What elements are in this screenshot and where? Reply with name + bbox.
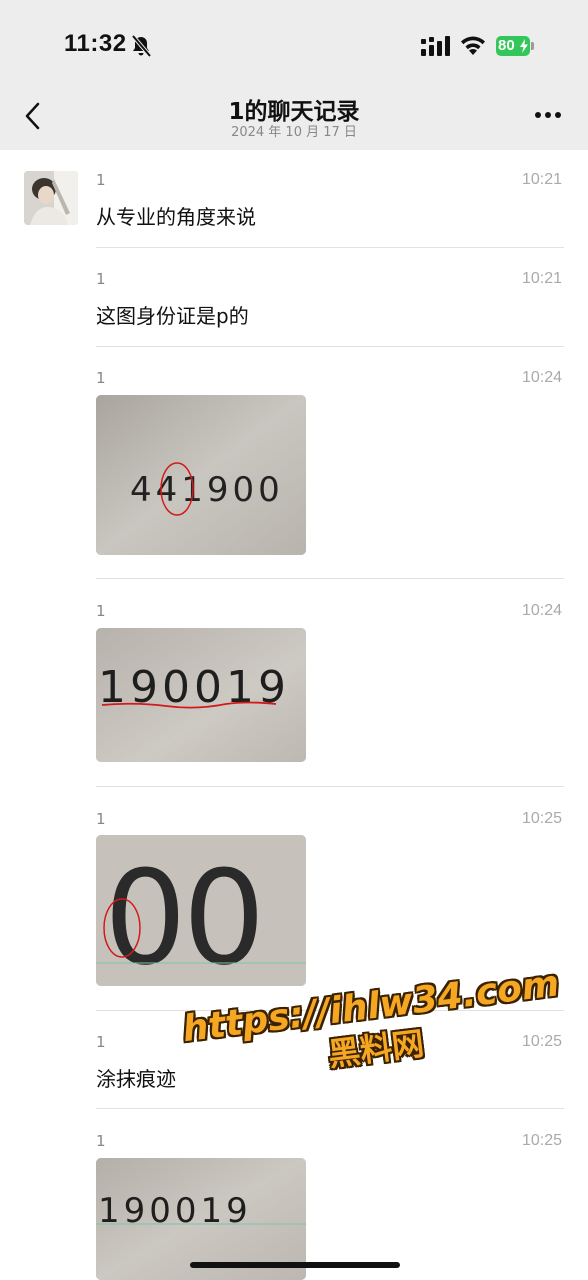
image-digits: 00 bbox=[104, 842, 261, 986]
message-text: 涂抹痕迹 bbox=[96, 1067, 176, 1091]
status-bar: 11:32 80 bbox=[0, 0, 588, 88]
divider bbox=[96, 1108, 564, 1109]
message-image[interactable]: 190019 bbox=[96, 628, 306, 762]
message-item[interactable]: 1 10:24 190019 bbox=[96, 602, 564, 768]
avatar-photo bbox=[24, 171, 78, 225]
message-item[interactable]: 1 10:25 00 bbox=[96, 810, 564, 990]
image-digits: 190019 bbox=[98, 662, 290, 713]
sender-name: 1 bbox=[96, 369, 106, 387]
sender-name: 1 bbox=[96, 810, 106, 828]
message-time: 10:21 bbox=[521, 270, 562, 287]
sender-name: 1 bbox=[96, 1033, 106, 1051]
home-indicator[interactable] bbox=[190, 1262, 400, 1268]
message-time: 10:24 bbox=[521, 602, 562, 619]
message-time: 10:21 bbox=[521, 171, 562, 188]
bell-muted-icon bbox=[131, 34, 152, 58]
avatar[interactable] bbox=[24, 171, 78, 225]
battery-cap bbox=[531, 42, 534, 50]
message-time: 10:24 bbox=[521, 369, 562, 386]
cellular-signal-icon bbox=[421, 36, 450, 56]
divider bbox=[96, 247, 564, 248]
divider bbox=[96, 578, 564, 579]
sender-name: 1 bbox=[96, 171, 106, 189]
image-digits: 441900 bbox=[130, 470, 284, 510]
message-time: 10:25 bbox=[521, 810, 562, 827]
message-item[interactable]: 1 10:25 190019 bbox=[96, 1132, 564, 1280]
charging-bolt-icon bbox=[520, 39, 528, 53]
message-text: 从专业的角度来说 bbox=[96, 205, 256, 229]
image-digits: 190019 bbox=[98, 1191, 252, 1231]
message-image[interactable]: 00 bbox=[96, 835, 306, 986]
more-dots-icon[interactable] bbox=[534, 110, 562, 120]
battery-indicator: 80 bbox=[496, 36, 534, 56]
message-item[interactable]: 1 10:24 441900 bbox=[96, 369, 564, 559]
wifi-icon bbox=[461, 36, 485, 55]
chat-date: 2024 年 10 月 17 日 bbox=[231, 125, 357, 140]
message-text: 这图身份证是p的 bbox=[96, 304, 249, 328]
sender-name: 1 bbox=[96, 1132, 106, 1150]
divider bbox=[96, 786, 564, 787]
sender-name: 1 bbox=[96, 270, 106, 288]
sender-name: 1 bbox=[96, 602, 106, 620]
message-image[interactable]: 441900 bbox=[96, 395, 306, 555]
nav-bar: 1的聊天记录 2024 年 10 月 17 日 bbox=[0, 88, 588, 150]
message-time: 10:25 bbox=[521, 1132, 562, 1149]
message-item[interactable]: 1 10:21 这图身份证是p的 bbox=[96, 270, 564, 330]
message-item[interactable]: 1 10:21 从专业的角度来说 bbox=[96, 171, 564, 231]
status-time: 11:32 bbox=[64, 30, 127, 57]
divider bbox=[96, 346, 564, 347]
